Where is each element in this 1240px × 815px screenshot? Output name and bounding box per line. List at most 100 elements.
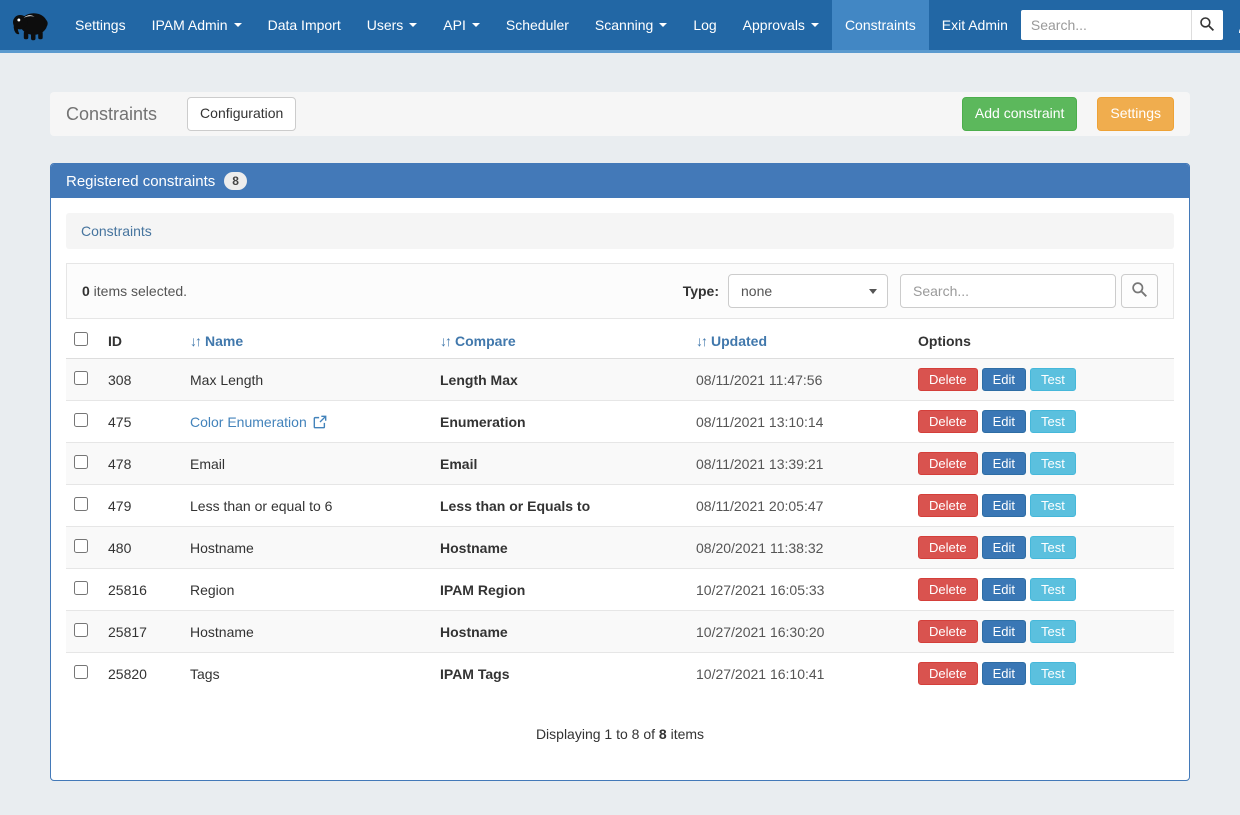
nav-item-scheduler[interactable]: Scheduler (493, 0, 582, 50)
panel-title: Registered constraints (66, 173, 215, 190)
edit-button[interactable]: Edit (982, 662, 1026, 685)
table-search-input[interactable] (900, 274, 1116, 308)
table-header-row: ID ↓↑Name ↓↑Compare ↓↑Updated Options (66, 323, 1174, 359)
test-button[interactable]: Test (1030, 452, 1076, 475)
test-button[interactable]: Test (1030, 410, 1076, 433)
edit-button[interactable]: Edit (982, 578, 1026, 601)
test-button[interactable]: Test (1030, 368, 1076, 391)
delete-button[interactable]: Delete (918, 620, 978, 643)
sort-icon: ↓↑ (696, 333, 706, 349)
edit-button[interactable]: Edit (982, 368, 1026, 391)
cell-name: Max Length (182, 359, 432, 401)
select-all-checkbox[interactable] (74, 332, 88, 346)
cell-options: DeleteEditTest (910, 443, 1174, 485)
caret-down-icon (659, 23, 667, 27)
configuration-button[interactable]: Configuration (187, 97, 296, 131)
column-header-compare[interactable]: ↓↑Compare (432, 323, 688, 359)
table-search-button[interactable] (1121, 274, 1158, 308)
nav-item-label: Users (367, 17, 404, 33)
nav-item-api[interactable]: API (430, 0, 493, 50)
test-button[interactable]: Test (1030, 620, 1076, 643)
table-footer: Displaying 1 to 8 of 8 items (66, 726, 1174, 742)
delete-button[interactable]: Delete (918, 494, 978, 517)
navbar-search-group (1021, 0, 1240, 50)
nav-item-label: Data Import (268, 17, 341, 33)
subnav-constraints-link[interactable]: Constraints (81, 223, 152, 239)
edit-button[interactable]: Edit (982, 410, 1026, 433)
table-row: 308Max LengthLength Max08/11/2021 11:47:… (66, 359, 1174, 401)
delete-button[interactable]: Delete (918, 578, 978, 601)
nav-item-label: Approvals (743, 17, 805, 33)
app-logo[interactable] (0, 0, 62, 50)
delete-button[interactable]: Delete (918, 662, 978, 685)
column-header-updated[interactable]: ↓↑Updated (688, 323, 910, 359)
delete-button[interactable]: Delete (918, 410, 978, 433)
cell-id: 478 (100, 443, 182, 485)
nav-item-exit-admin[interactable]: Exit Admin (929, 0, 1021, 50)
cell-options: DeleteEditTest (910, 359, 1174, 401)
add-constraint-button[interactable]: Add constraint (962, 97, 1078, 131)
cell-name: Tags (182, 653, 432, 695)
cell-id: 25816 (100, 569, 182, 611)
edit-button[interactable]: Edit (982, 452, 1026, 475)
row-checkbox[interactable] (74, 371, 88, 385)
selected-count: 0 (82, 283, 90, 299)
page-header: Constraints Configuration Add constraint… (50, 92, 1190, 136)
column-header-name[interactable]: ↓↑Name (182, 323, 432, 359)
magnifier-icon (1199, 16, 1215, 35)
nav-item-label: Scheduler (506, 17, 569, 33)
nav-item-settings[interactable]: Settings (62, 0, 139, 50)
row-checkbox[interactable] (74, 623, 88, 637)
cell-compare: IPAM Region (432, 569, 688, 611)
row-checkbox[interactable] (74, 665, 88, 679)
footer-prefix: Displaying 1 to 8 of (536, 726, 659, 742)
table-row: 25816RegionIPAM Region10/27/2021 16:05:3… (66, 569, 1174, 611)
cell-id: 479 (100, 485, 182, 527)
constraint-name-link[interactable]: Color Enumeration (190, 414, 307, 430)
cell-updated: 08/11/2021 13:39:21 (688, 443, 910, 485)
row-checkbox[interactable] (74, 539, 88, 553)
nav-item-users[interactable]: Users (354, 0, 431, 50)
nav-item-constraints[interactable]: Constraints (832, 0, 929, 50)
delete-button[interactable]: Delete (918, 368, 978, 391)
cell-updated: 08/20/2021 11:38:32 (688, 527, 910, 569)
cell-name: Hostname (182, 611, 432, 653)
test-button[interactable]: Test (1030, 578, 1076, 601)
table-row: 475Color EnumerationEnumeration08/11/202… (66, 401, 1174, 443)
sort-icon: ↓↑ (190, 333, 200, 349)
nav-item-log[interactable]: Log (680, 0, 729, 50)
panel-heading: Registered constraints 8 (51, 164, 1189, 198)
type-select[interactable]: none (728, 274, 888, 308)
table-row: 478EmailEmail08/11/2021 13:39:21DeleteEd… (66, 443, 1174, 485)
row-checkbox[interactable] (74, 497, 88, 511)
nav-item-approvals[interactable]: Approvals (730, 0, 832, 50)
caret-down-icon (811, 23, 819, 27)
nav-item-scanning[interactable]: Scanning (582, 0, 680, 50)
navbar-search-button[interactable] (1191, 10, 1223, 40)
cell-id: 25817 (100, 611, 182, 653)
edit-button[interactable]: Edit (982, 494, 1026, 517)
nav-item-label: Exit Admin (942, 17, 1008, 33)
navbar-search-input[interactable] (1021, 10, 1191, 40)
row-checkbox[interactable] (74, 413, 88, 427)
nav-item-ipam-admin[interactable]: IPAM Admin (139, 0, 255, 50)
test-button[interactable]: Test (1030, 662, 1076, 685)
row-checkbox[interactable] (74, 455, 88, 469)
row-checkbox[interactable] (74, 581, 88, 595)
settings-button[interactable]: Settings (1097, 97, 1174, 131)
cell-id: 475 (100, 401, 182, 443)
external-link-icon (307, 414, 327, 430)
test-button[interactable]: Test (1030, 536, 1076, 559)
nav-item-data-import[interactable]: Data Import (255, 0, 354, 50)
cell-options: DeleteEditTest (910, 611, 1174, 653)
cell-name: Region (182, 569, 432, 611)
delete-button[interactable]: Delete (918, 536, 978, 559)
table-row: 25817HostnameHostname10/27/2021 16:30:20… (66, 611, 1174, 653)
filter-bar: 0 items selected. Type: none (66, 263, 1174, 319)
delete-button[interactable]: Delete (918, 452, 978, 475)
edit-button[interactable]: Edit (982, 620, 1026, 643)
test-button[interactable]: Test (1030, 494, 1076, 517)
edit-button[interactable]: Edit (982, 536, 1026, 559)
magnifier-icon (1131, 281, 1148, 301)
type-select-wrap: none (728, 274, 888, 308)
